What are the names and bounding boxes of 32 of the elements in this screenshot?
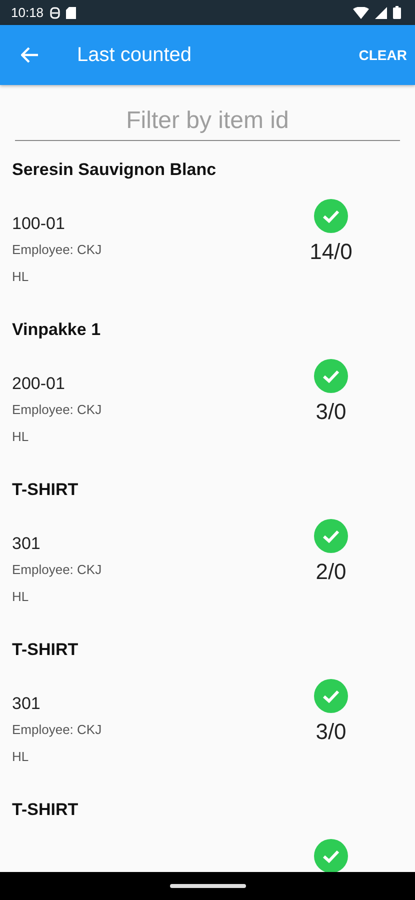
item-name: T-SHIRT — [12, 479, 78, 501]
employee-text: Employee: CKJ — [12, 562, 103, 579]
count-text: 2/0 — [316, 559, 346, 585]
status-time: 10:18 — [11, 5, 44, 20]
employee-text: Employee: CKJ — [12, 722, 103, 739]
sd-card-icon — [66, 6, 76, 18]
screen-title: Last counted — [77, 44, 193, 66]
item-id: 200-01 — [12, 374, 66, 395]
employee-extra: HL — [12, 269, 30, 286]
battery-icon — [393, 6, 401, 19]
item-name: T-SHIRT — [12, 639, 78, 661]
count-text: 3/0 — [316, 719, 346, 745]
filter-field[interactable]: Filter by item id — [15, 105, 400, 141]
item-name: T-SHIRT — [12, 799, 78, 821]
sim-icon — [50, 6, 60, 18]
employee-extra: HL — [12, 749, 30, 766]
back-arrow-icon[interactable] — [21, 47, 39, 63]
item-name: Vinpakke 1 — [12, 319, 101, 341]
count-text: 14/0 — [310, 239, 352, 265]
item-id: 301 — [12, 534, 42, 555]
clear-button[interactable]: CLEAR — [350, 39, 415, 71]
item-id: 100-01 — [12, 214, 66, 235]
count-text: 3/0 — [316, 399, 346, 425]
signal-icon — [375, 6, 387, 18]
employee-text: Employee: CKJ — [12, 402, 103, 419]
employee-extra: HL — [12, 589, 30, 606]
item-name: Seresin Sauvignon Blanc — [12, 159, 216, 181]
item-id: 301 — [12, 694, 42, 715]
home-handle[interactable] — [170, 884, 246, 888]
employee-extra: HL — [12, 429, 30, 446]
wifi-icon — [353, 6, 369, 18]
employee-text: Employee: CKJ — [12, 242, 103, 259]
